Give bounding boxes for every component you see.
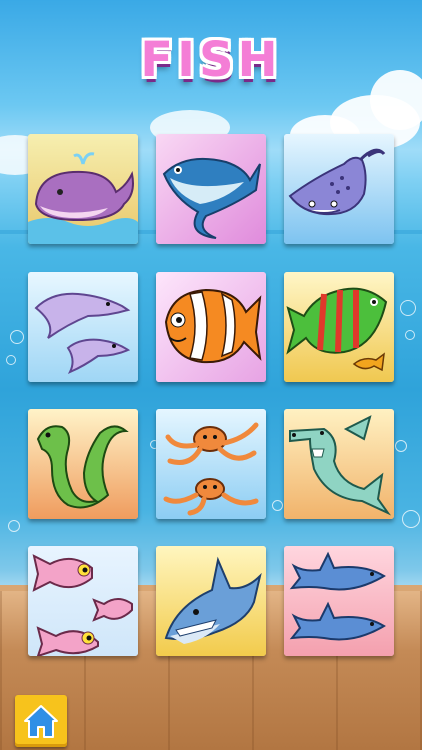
tile-hammerhead-shark[interactable] — [284, 409, 394, 519]
stingray-icon — [284, 134, 394, 244]
whale-icon — [28, 134, 138, 244]
pink-fish-icon — [28, 546, 138, 656]
tile-sharks[interactable] — [284, 546, 394, 656]
shark-icon — [156, 546, 266, 656]
eel-icon — [28, 409, 138, 519]
fish-grid — [0, 0, 422, 750]
tile-dolphin[interactable] — [28, 272, 138, 382]
sharks-icon — [284, 546, 394, 656]
striped-fish-icon — [284, 272, 394, 382]
hammerhead-shark-icon — [284, 409, 394, 519]
tile-shark[interactable] — [156, 546, 266, 656]
home-button[interactable] — [15, 695, 67, 747]
tile-octopus[interactable] — [156, 409, 266, 519]
tile-striped-fish[interactable] — [284, 272, 394, 382]
octopus-icon — [156, 409, 266, 519]
tile-whale[interactable] — [28, 134, 138, 244]
tuna-icon — [156, 134, 266, 244]
tile-tuna[interactable] — [156, 134, 266, 244]
dolphin-icon — [28, 272, 138, 382]
clownfish-icon — [156, 272, 266, 382]
home-icon — [24, 705, 58, 738]
tile-clownfish[interactable] — [156, 272, 266, 382]
tile-eel[interactable] — [28, 409, 138, 519]
tile-pink-fish[interactable] — [28, 546, 138, 656]
tile-stingray[interactable] — [284, 134, 394, 244]
